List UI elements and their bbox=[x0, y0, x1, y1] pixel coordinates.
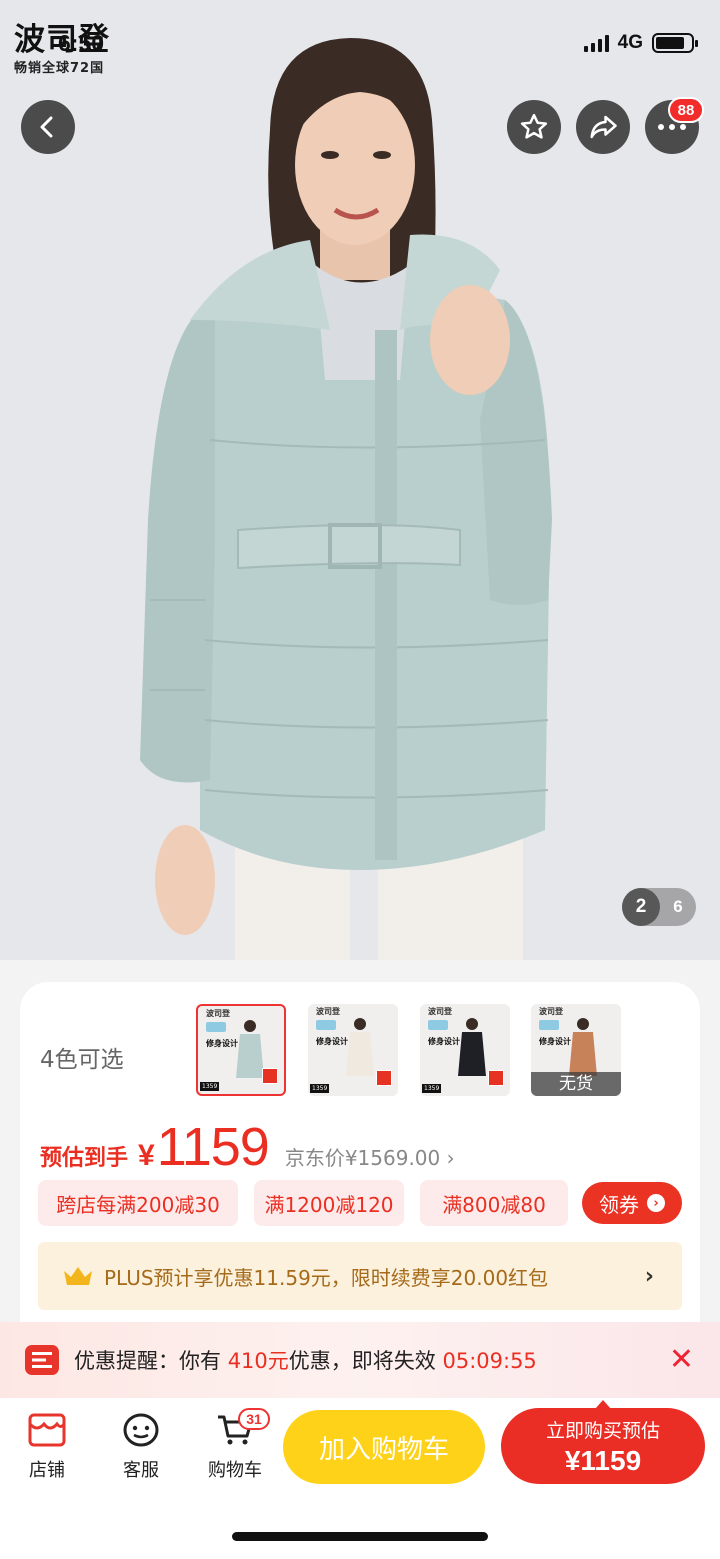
store-icon bbox=[28, 1413, 66, 1447]
more-badge: 88 bbox=[668, 97, 704, 123]
chevron-left-icon bbox=[40, 116, 53, 138]
color-count-label: 4色可选 bbox=[40, 1047, 124, 1073]
chevron-right-icon: › bbox=[446, 1146, 455, 1170]
close-icon[interactable]: ✕ bbox=[669, 1345, 694, 1375]
customer-service-tab[interactable]: 客服 bbox=[101, 1412, 181, 1482]
thumb-tag bbox=[539, 1020, 559, 1030]
thumb-tag bbox=[316, 1020, 336, 1030]
product-image-gallery[interactable]: 波司登 畅销全球72国 6:50 4G 88 2 6 bbox=[0, 0, 720, 960]
gallery-current-index: 2 bbox=[622, 888, 660, 926]
color-option-1[interactable]: 波司登 修身设计 1359 bbox=[196, 1004, 286, 1096]
color-option-4[interactable]: 波司登 修身设计 无货 bbox=[531, 1004, 621, 1096]
cart-label: 购物车 bbox=[208, 1460, 262, 1481]
buy-now-label: 立即购买预估 bbox=[545, 1420, 660, 1442]
out-of-stock-label: 无货 bbox=[531, 1072, 621, 1096]
crown-icon bbox=[64, 1267, 92, 1285]
coupon-reminder-icon bbox=[25, 1345, 59, 1375]
thumb-price-tag: 1359 bbox=[310, 1084, 330, 1093]
thumb-model-figure bbox=[346, 1018, 374, 1076]
thumb-promo-mark bbox=[488, 1070, 504, 1086]
reminder-text: 优惠提醒：你有 410元优惠，即将失效 05:09:55 bbox=[74, 1345, 537, 1375]
get-coupon-label: 领券 bbox=[599, 1192, 639, 1217]
customer-service-label: 客服 bbox=[123, 1460, 159, 1481]
coupon-tag[interactable]: 满800减80 bbox=[420, 1180, 568, 1226]
product-page: 波司登 畅销全球72国 6:50 4G 88 2 6 4色可选 波司登 修身设计… bbox=[0, 0, 720, 1559]
reminder-middle: 优惠，即将失效 bbox=[288, 1349, 436, 1373]
estimated-price-label: 预估到手 bbox=[40, 1146, 129, 1171]
buy-now-button[interactable]: 立即购买预估 ¥1159 bbox=[501, 1400, 705, 1484]
thumb-promo-mark bbox=[262, 1068, 278, 1084]
coupon-tag[interactable]: 满1200减120 bbox=[254, 1180, 404, 1226]
thumb-model-figure bbox=[458, 1018, 486, 1076]
currency-symbol: ¥ bbox=[138, 1139, 155, 1172]
color-option-2[interactable]: 波司登 修身设计 1359 bbox=[308, 1004, 398, 1096]
bottom-action-bar: 店铺 客服 购物车 31 加入购物车 立即购买预估 ¥1159 bbox=[0, 1398, 720, 1559]
brand-tagline: 畅销全球72国 bbox=[14, 61, 105, 76]
signal-icon bbox=[583, 34, 609, 52]
estimated-price-value: 1159 bbox=[156, 1117, 270, 1177]
buy-now-price: ¥1159 bbox=[564, 1445, 642, 1476]
plus-member-banner[interactable]: PLUS预计享优惠11.59元，限时续费享20.00红包 › bbox=[38, 1242, 682, 1310]
chevron-right-icon: › bbox=[647, 1194, 665, 1212]
jd-price-link[interactable]: 京东价¥1569.00 › bbox=[285, 1142, 455, 1171]
reminder-amount: 410元 bbox=[227, 1349, 289, 1373]
chat-face-icon bbox=[123, 1413, 159, 1447]
thumb-price-tag: 1359 bbox=[422, 1084, 442, 1093]
share-button[interactable] bbox=[576, 100, 630, 154]
thumb-brand-logo: 波司登 bbox=[539, 1007, 563, 1016]
gallery-total-count: 6 bbox=[673, 897, 683, 916]
thumb-tag bbox=[206, 1022, 226, 1032]
product-info-card: 4色可选 波司登 修身设计 1359 波司登 修身设计 1359 波司登 修身设… bbox=[20, 982, 700, 1332]
star-icon bbox=[520, 113, 548, 139]
network-type: 4G bbox=[617, 32, 643, 53]
jd-price-text: 京东价¥1569.00 bbox=[284, 1146, 441, 1170]
get-coupon-button[interactable]: 领券 › bbox=[582, 1182, 682, 1224]
home-indicator bbox=[232, 1532, 488, 1541]
gallery-pager: 2 6 bbox=[622, 888, 696, 926]
coupon-tag[interactable]: 跨店每满200减30 bbox=[38, 1180, 238, 1226]
discount-reminder-bar[interactable]: 优惠提醒：你有 410元优惠，即将失效 05:09:55 ✕ bbox=[0, 1322, 720, 1398]
price-row: 预估到手 ¥ 1159 京东价¥1569.00 › bbox=[40, 1116, 455, 1178]
battery-icon bbox=[652, 33, 698, 53]
back-button[interactable] bbox=[21, 100, 75, 154]
cart-count-badge: 31 bbox=[238, 1408, 270, 1430]
reminder-countdown: 05:09:55 bbox=[442, 1349, 537, 1373]
thumb-price-tag: 1359 bbox=[200, 1082, 220, 1091]
more-dots-icon bbox=[658, 124, 686, 130]
add-to-cart-button[interactable]: 加入购物车 bbox=[283, 1410, 485, 1484]
reminder-prefix: 优惠提醒：你有 bbox=[74, 1349, 221, 1373]
thumb-brand-logo: 波司登 bbox=[316, 1007, 340, 1016]
thumb-brand-logo: 波司登 bbox=[206, 1009, 230, 1018]
thumb-tag bbox=[428, 1020, 448, 1030]
store-label: 店铺 bbox=[29, 1460, 65, 1481]
status-time: 6:50 bbox=[58, 30, 105, 56]
chevron-right-icon: › bbox=[644, 1263, 654, 1289]
thumb-brand-logo: 波司登 bbox=[428, 1007, 452, 1016]
color-option-3[interactable]: 波司登 修身设计 1359 bbox=[420, 1004, 510, 1096]
share-arrow-icon bbox=[590, 115, 617, 139]
status-indicators: 4G bbox=[583, 32, 698, 54]
thumb-promo-mark bbox=[376, 1070, 392, 1086]
plus-banner-text: PLUS预计享优惠11.59元，限时续费享20.00红包 bbox=[104, 1265, 549, 1290]
store-tab[interactable]: 店铺 bbox=[7, 1412, 87, 1482]
favorite-button[interactable] bbox=[507, 100, 561, 154]
